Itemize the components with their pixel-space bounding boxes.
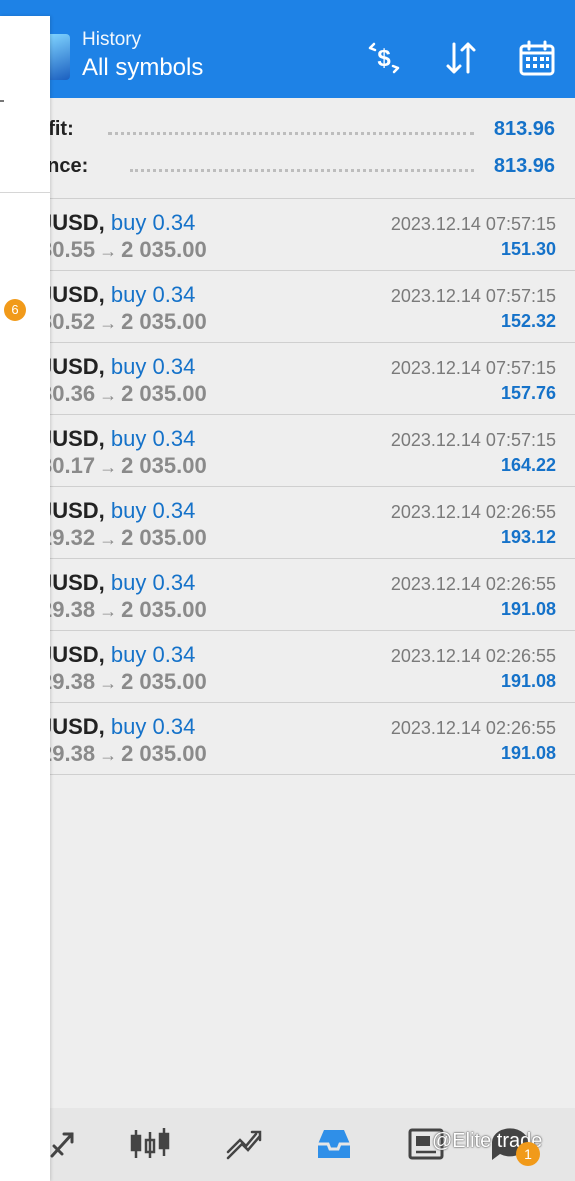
profit-value: 813.96 <box>493 118 555 140</box>
deal-time: 2023.12.14 02:26:55 <box>390 502 556 522</box>
header-title: All symbols <box>82 54 204 81</box>
deal-close-price: 2 035.00 <box>121 741 207 766</box>
arrow-right-icon: → <box>99 313 118 333</box>
deal-prices: 29.32 → 2 035.00 <box>40 525 207 551</box>
deal-row[interactable]: JUSD, buy 0.34 29.32 → 2 035.00 2023.12.14 0… <box>0 486 575 558</box>
history-inbox-icon[interactable] <box>312 1122 356 1166</box>
deal-row[interactable]: JUSD, buy 0.34 29.38 → 2 035.00 2023.12.14 0… <box>0 630 575 702</box>
deal-prices: 30.36 → 2 035.00 <box>40 381 207 407</box>
deal-close-price: 2 035.00 <box>121 597 207 622</box>
deal-side-volume: buy 0.34 <box>110 714 196 739</box>
deal-side-volume: buy 0.34 <box>110 210 196 235</box>
deal-title: JUSD, buy 0.34 <box>40 210 195 236</box>
chart-candles-icon[interactable] <box>128 1122 172 1166</box>
deal-prices: 29.38 → 2 035.00 <box>40 597 207 623</box>
navigation-drawer[interactable]: 6 <box>0 16 50 1181</box>
deal-time: 2023.12.14 02:26:55 <box>390 646 556 666</box>
app-header: History All symbols $ <box>0 0 575 98</box>
deal-side-volume: buy 0.34 <box>110 426 196 451</box>
deal-time: 2023.12.14 07:57:15 <box>390 358 556 378</box>
deal-side-volume: buy 0.34 <box>110 570 196 595</box>
deal-title: JUSD, buy 0.34 <box>40 570 195 596</box>
deal-profit: 164.22 <box>500 455 556 475</box>
deal-title: JUSD, buy 0.34 <box>40 426 195 452</box>
deal-time: 2023.12.14 07:57:15 <box>390 286 556 306</box>
chat-notification-badge: 1 <box>516 1142 540 1166</box>
arrow-right-icon: → <box>99 673 118 693</box>
deal-close-price: 2 035.00 <box>121 237 207 262</box>
deal-title: JUSD, buy 0.34 <box>40 498 195 524</box>
dotted-leader <box>108 132 474 135</box>
currency-exchange-icon[interactable]: $ <box>364 38 404 78</box>
deal-row[interactable]: JUSD, buy 0.34 29.38 → 2 035.00 2023.12.14 0… <box>0 558 575 630</box>
arrow-right-icon: → <box>99 241 118 261</box>
deal-prices: 30.55 → 2 035.00 <box>40 237 207 263</box>
balance-row: ance: 813.96 <box>0 149 575 185</box>
app-logo <box>50 34 70 80</box>
deal-side-volume: buy 0.34 <box>110 354 196 379</box>
drawer-notification-badge: 6 <box>4 299 26 321</box>
arrow-right-icon: → <box>99 457 118 477</box>
deal-row[interactable]: JUSD, buy 0.34 30.17 → 2 035.00 2023.12.14 0… <box>0 414 575 486</box>
header-subtitle: History <box>82 29 142 50</box>
deal-title: JUSD, buy 0.34 <box>40 354 195 380</box>
deal-profit: 191.08 <box>500 599 556 619</box>
deal-side-volume: buy 0.34 <box>110 282 196 307</box>
deal-close-price: 2 035.00 <box>121 381 207 406</box>
deal-title: JUSD, buy 0.34 <box>40 282 195 308</box>
deal-title: JUSD, buy 0.34 <box>40 642 195 668</box>
deal-time: 2023.12.14 07:57:15 <box>390 430 556 450</box>
deal-close-price: 2 035.00 <box>121 669 207 694</box>
deal-row[interactable]: JUSD, buy 0.34 30.55 → 2 035.00 2023.12.14 0… <box>0 198 575 270</box>
deal-time: 2023.12.14 02:26:55 <box>390 718 556 738</box>
deal-close-price: 2 035.00 <box>121 525 207 550</box>
deal-time: 2023.12.14 02:26:55 <box>390 574 556 594</box>
drawer-marker <box>0 100 4 102</box>
deal-title: JUSD, buy 0.34 <box>40 714 195 740</box>
arrow-right-icon: → <box>99 745 118 765</box>
deal-prices: 29.38 → 2 035.00 <box>40 741 207 767</box>
svg-text:$: $ <box>377 45 391 72</box>
sort-icon[interactable] <box>441 38 481 78</box>
deal-profit: 157.76 <box>500 383 556 403</box>
deal-row[interactable]: JUSD, buy 0.34 30.52 → 2 035.00 2023.12.14 0… <box>0 270 575 342</box>
trade-icon[interactable] <box>222 1122 266 1166</box>
arrow-right-icon: → <box>99 385 118 405</box>
header-text[interactable]: History All symbols <box>82 28 203 84</box>
summary-panel: ofit: 813.96 ance: 813.96 <box>0 98 575 198</box>
deal-row[interactable]: JUSD, buy 0.34 30.36 → 2 035.00 2023.12.14 0… <box>0 342 575 414</box>
deal-close-price: 2 035.00 <box>121 453 207 478</box>
deal-profit: 151.30 <box>500 239 556 259</box>
balance-value: 813.96 <box>493 155 555 177</box>
arrow-right-icon: → <box>99 529 118 549</box>
deal-side-volume: buy 0.34 <box>110 498 196 523</box>
dotted-leader <box>130 169 474 172</box>
deal-prices: 30.17 → 2 035.00 <box>40 453 207 479</box>
deal-profit: 191.08 <box>500 671 556 691</box>
deal-prices: 30.52 → 2 035.00 <box>40 309 207 335</box>
deal-row[interactable]: JUSD, buy 0.34 29.38 → 2 035.00 2023.12.14 0… <box>0 702 575 775</box>
deals-list: JUSD, buy 0.34 30.55 → 2 035.00 2023.12.14 0… <box>0 198 575 775</box>
deal-profit: 152.32 <box>500 311 556 331</box>
deal-side-volume: buy 0.34 <box>110 642 196 667</box>
calendar-icon[interactable] <box>517 38 557 78</box>
drawer-divider <box>0 192 50 193</box>
profit-row: ofit: 813.96 <box>0 112 575 148</box>
deal-prices: 29.38 → 2 035.00 <box>40 669 207 695</box>
deal-time: 2023.12.14 07:57:15 <box>390 214 556 234</box>
deal-profit: 191.08 <box>500 743 556 763</box>
deal-profit: 193.12 <box>500 527 556 547</box>
deal-close-price: 2 035.00 <box>121 309 207 334</box>
arrow-right-icon: → <box>99 601 118 621</box>
